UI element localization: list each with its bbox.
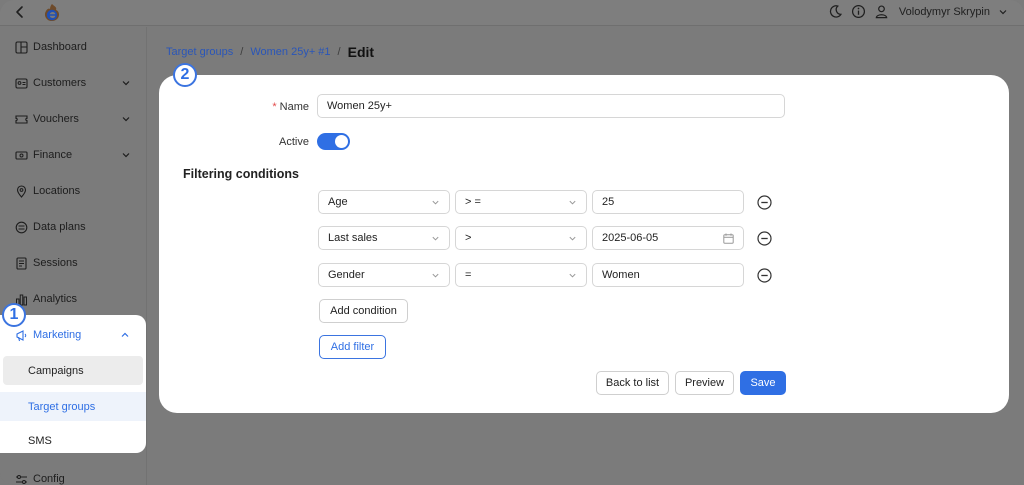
condition-value-input[interactable]: Women xyxy=(592,263,744,287)
chevron-down-icon xyxy=(432,200,439,205)
chevron-down-icon xyxy=(122,117,130,122)
chevron-down-icon xyxy=(432,236,439,241)
select-value: > xyxy=(465,232,472,244)
sidebar-item-finance[interactable]: Finance xyxy=(0,140,147,170)
sidebar-item-config[interactable]: Config xyxy=(0,464,147,485)
sidebar-subitem-target-groups[interactable]: Target groups xyxy=(0,392,146,421)
condition-operator-select[interactable]: > xyxy=(455,226,587,250)
customers-icon xyxy=(15,77,28,89)
condition-value-input[interactable]: 25 xyxy=(592,190,744,214)
name-label: * Name xyxy=(259,101,309,113)
dashboard-icon xyxy=(15,40,28,54)
sidebar-item-label: Config xyxy=(33,473,65,485)
select-value: = xyxy=(465,269,472,281)
sidebar-subitem-label: Target groups xyxy=(28,400,96,413)
sidebar-item-marketing[interactable]: Marketing xyxy=(0,320,146,350)
sidebar-item-customers[interactable]: Customers xyxy=(0,68,147,98)
date-value: 2025-06-05 xyxy=(602,232,659,244)
sidebar-item-label: Analytics xyxy=(33,293,78,305)
step-badge-2: 2 xyxy=(173,63,197,87)
sidebar-subitem-label: SMS xyxy=(28,434,52,447)
condition-field-select[interactable]: Age xyxy=(318,190,450,214)
condition-field-select[interactable]: Gender xyxy=(318,263,450,287)
breadcrumb-target-groups[interactable]: Target groups xyxy=(166,46,233,58)
megaphone-icon xyxy=(16,329,27,341)
remove-condition-icon[interactable] xyxy=(757,231,772,246)
select-value: > = xyxy=(465,196,481,208)
sidebar-item-label: Finance xyxy=(33,149,73,161)
active-toggle[interactable] xyxy=(317,133,350,150)
top-bar: Volodymyr Skrypin xyxy=(0,0,1024,26)
breadcrumb: Target groups / Women 25y+ #1 / Edit xyxy=(166,44,374,60)
condition-operator-select[interactable]: = xyxy=(455,263,587,287)
chevron-down-icon xyxy=(569,200,576,205)
sidebar-item-label: Data plans xyxy=(33,221,86,233)
sidebar-item-label: Dashboard xyxy=(33,41,87,53)
chevron-down-icon xyxy=(569,273,576,278)
calendar-icon xyxy=(723,233,734,244)
info-icon[interactable] xyxy=(851,4,866,19)
filtering-conditions-title: Filtering conditions xyxy=(183,167,299,181)
sidebar-item-label: Customers xyxy=(33,77,87,89)
add-condition-button[interactable]: Add condition xyxy=(319,299,408,323)
data-plans-icon xyxy=(15,221,28,233)
sidebar-item-label: Locations xyxy=(33,185,81,197)
chevron-down-icon xyxy=(569,236,576,241)
chevron-up-icon xyxy=(121,332,129,337)
sidebar-item-locations[interactable]: Locations xyxy=(0,176,147,206)
remove-condition-icon[interactable] xyxy=(757,268,772,283)
sidebar-subitem-sms[interactable]: SMS xyxy=(0,428,146,453)
select-value: Gender xyxy=(328,269,365,281)
remove-condition-icon[interactable] xyxy=(757,195,772,210)
select-value: Age xyxy=(328,196,348,208)
sidebar-item-dashboard[interactable]: Dashboard xyxy=(0,32,147,62)
back-to-list-button[interactable]: Back to list xyxy=(596,371,669,395)
back-icon[interactable] xyxy=(12,4,28,20)
breadcrumb-separator: / xyxy=(240,46,244,58)
sidebar-subitem-label: Campaigns xyxy=(28,364,84,377)
sidebar-item-sessions[interactable]: Sessions xyxy=(0,248,147,278)
condition-date-input[interactable]: 2025-06-05 xyxy=(592,226,744,250)
sidebar-subitem-campaigns[interactable]: Campaigns xyxy=(3,356,143,385)
moon-icon[interactable] xyxy=(828,4,843,19)
app-logo-icon[interactable] xyxy=(42,3,62,23)
voucher-icon xyxy=(15,114,28,124)
page-title: Edit xyxy=(347,44,375,60)
toggle-knob xyxy=(335,135,348,148)
select-value: Last sales xyxy=(328,232,378,244)
user-name[interactable]: Volodymyr Skrypin xyxy=(899,6,990,18)
breadcrumb-target-group[interactable]: Women 25y+ #1 xyxy=(250,46,330,58)
name-label-text: Name xyxy=(279,101,309,113)
finance-icon xyxy=(15,150,28,160)
app-window: Volodymyr Skrypin Dashboard Customers Vo… xyxy=(0,0,1024,485)
required-mark: * xyxy=(272,101,277,113)
config-icon xyxy=(16,474,27,484)
step-badge-1: 1 xyxy=(2,303,26,327)
condition-operator-select[interactable]: > = xyxy=(455,190,587,214)
edit-form-card: * Name Women 25y+ Active Filtering condit… xyxy=(159,75,1009,413)
add-filter-button[interactable]: Add filter xyxy=(319,335,386,359)
preview-button[interactable]: Preview xyxy=(675,371,734,395)
chevron-down-icon xyxy=(122,153,130,158)
chevron-down-icon[interactable] xyxy=(998,7,1008,17)
top-right-controls: Volodymyr Skrypin xyxy=(828,4,1008,19)
sidebar-item-data-plans[interactable]: Data plans xyxy=(0,212,147,242)
chevron-down-icon xyxy=(432,273,439,278)
marketing-menu-panel: Marketing Campaigns Target groups SMS xyxy=(0,315,146,453)
active-label: Active xyxy=(279,136,309,148)
user-icon[interactable] xyxy=(874,4,889,19)
sidebar-item-vouchers[interactable]: Vouchers xyxy=(0,104,147,134)
name-input[interactable]: Women 25y+ xyxy=(317,94,785,118)
sidebar-item-label: Sessions xyxy=(33,257,78,269)
location-icon xyxy=(16,184,27,198)
sidebar-item-label: Vouchers xyxy=(33,113,79,125)
chevron-down-icon xyxy=(122,81,130,86)
save-button[interactable]: Save xyxy=(740,371,786,395)
breadcrumb-separator: / xyxy=(337,46,341,58)
condition-field-select[interactable]: Last sales xyxy=(318,226,450,250)
sessions-icon xyxy=(16,256,27,270)
sidebar-item-label: Marketing xyxy=(33,329,82,341)
